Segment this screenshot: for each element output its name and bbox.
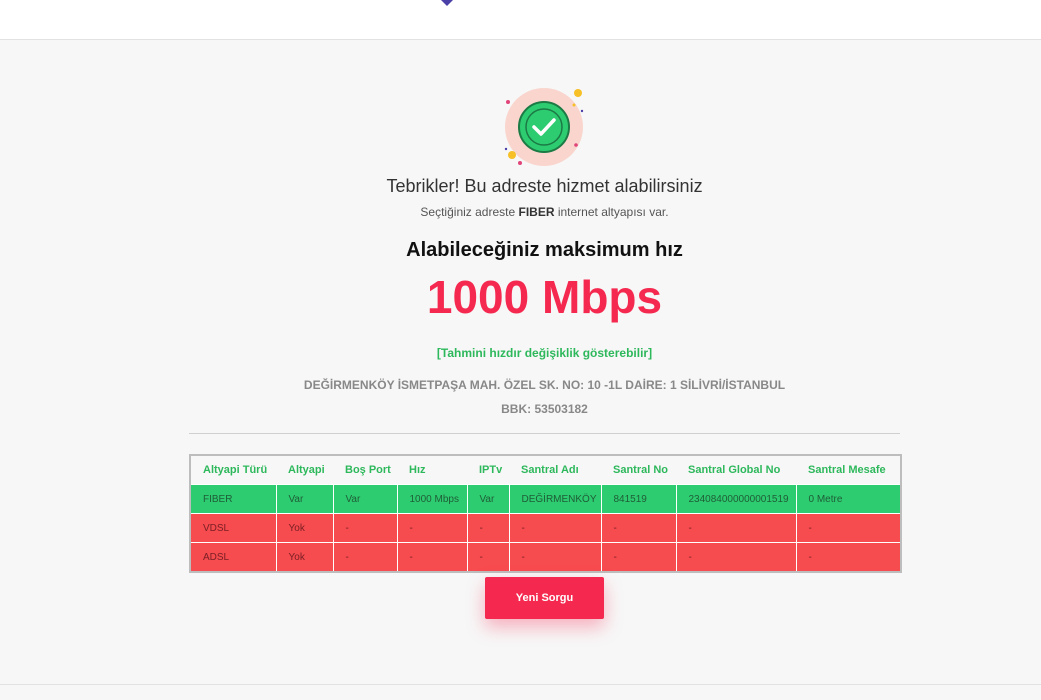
table-cell: - (396, 513, 468, 543)
column-header: Altyapi (276, 455, 333, 485)
infrastructure-table: Altyapi Türü Altyapi Boş Port Hız IPTv S… (189, 454, 902, 573)
table-cell: - (508, 542, 602, 573)
table-cell: - (332, 513, 398, 543)
table-cell: - (675, 513, 797, 543)
column-header: IPTv (467, 455, 509, 485)
table-cell: ADSL (189, 542, 277, 573)
table-cell: - (332, 542, 398, 573)
table-cell: Var (332, 484, 398, 514)
table-cell: - (466, 513, 510, 543)
column-header: Hız (397, 455, 467, 485)
table-row: FIBER Var Var 1000 Mbps Var DEĞİRMENKÖY … (189, 484, 902, 514)
table-cell: 0 Metre (795, 484, 902, 514)
column-header: Santral Mesafe (796, 455, 901, 485)
table-cell: Yok (275, 542, 334, 573)
table-cell: DEĞİRMENKÖY (508, 484, 602, 514)
max-speed-value: 1000 Mbps (426, 271, 663, 323)
table-cell: - (466, 542, 510, 573)
table-cell: Var (275, 484, 334, 514)
table-cell: - (396, 542, 468, 573)
table-cell: VDSL (189, 513, 277, 543)
column-header: Santral Global No (676, 455, 796, 485)
table-cell: 1000 Mbps (396, 484, 468, 514)
table-cell: 841519 (600, 484, 677, 514)
table-cell: - (508, 513, 602, 543)
table-cell: - (600, 513, 677, 543)
footer-divider (0, 684, 1041, 685)
column-header: Boş Port (333, 455, 397, 485)
address-text: DEĞİRMENKÖY İSMETPAŞA MAH. ÖZEL SK. NO: … (303, 378, 786, 392)
table-row: VDSL Yok - - - - - - - (189, 513, 902, 543)
column-header: Santral Adı (509, 455, 601, 485)
menu-caret-icon[interactable] (441, 0, 453, 6)
table-cell: 234084000000001519 (675, 484, 797, 514)
max-speed-label: Alabileceğiniz maksimum hız (406, 239, 683, 261)
speed-disclaimer: [Tahmini hızdır değişiklik gösterebilir] (436, 346, 653, 360)
top-header (0, 0, 1041, 40)
table-cell: - (795, 513, 902, 543)
infra-info: Seçtiğiniz adreste FIBER internet altyap… (0, 205, 1041, 219)
section-divider (189, 433, 900, 434)
success-title: Tebrikler! Bu adreste hizmet alabilirsin… (386, 176, 703, 196)
table-header-row: Altyapi Türü Altyapi Boş Port Hız IPTv S… (190, 455, 901, 485)
table-cell: FIBER (189, 484, 277, 514)
table-cell: - (795, 542, 902, 573)
table-cell: Var (466, 484, 510, 514)
infra-type: FIBER (518, 205, 555, 219)
new-query-button[interactable]: Yeni Sorgu (485, 577, 604, 619)
infra-info-prefix: Seçtiğiniz adreste (420, 205, 516, 219)
column-header: Santral No (601, 455, 676, 485)
infra-info-suffix: internet altyapısı var. (557, 205, 669, 219)
bbk-code: BBK: 53503182 (501, 402, 588, 416)
table-cell: - (600, 542, 677, 573)
table-cell: Yok (275, 513, 334, 543)
table-row: ADSL Yok - - - - - - - (189, 542, 902, 573)
column-header: Altyapi Türü (190, 455, 276, 485)
table-cell: - (675, 542, 797, 573)
check-circle-icon (504, 88, 584, 166)
